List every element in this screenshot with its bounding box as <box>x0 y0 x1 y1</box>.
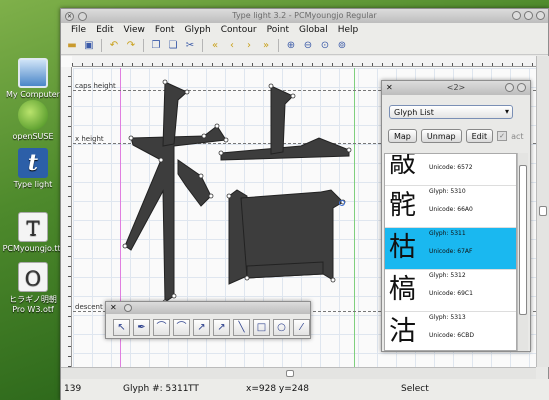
act-checkbox[interactable]: ✓ <box>497 131 508 141</box>
menu-font[interactable]: Font <box>150 25 180 35</box>
menu-view[interactable]: View <box>119 25 150 35</box>
status-coords: x=928 y=248 <box>246 384 309 394</box>
scroll-thumb[interactable] <box>286 370 294 377</box>
smooth-curve-tool-icon[interactable]: ⌒ <box>173 319 190 336</box>
menu-file[interactable]: File <box>66 25 91 35</box>
corner-tool-icon[interactable]: ↗ <box>193 319 210 336</box>
line-tool-icon[interactable]: ╲ <box>233 319 250 336</box>
last-icon[interactable]: » <box>259 39 273 53</box>
first-icon[interactable]: « <box>208 39 222 53</box>
tools-palette: ✕ ↖ ✒ ⌒ ⌒ ↗ ↗ ╲ □ ○ ⁄ <box>105 301 311 339</box>
computer-icon <box>18 58 48 88</box>
desktop-icon-label: PCMyoungjo.ttf <box>2 244 64 253</box>
glyph-list-item[interactable]: 沽 Glyph: 5313 Unicode: 6CBD <box>385 312 516 350</box>
font-file-icon: T <box>18 212 48 242</box>
desktop-icon-font-file[interactable]: T PCMyoungjo.ttf <box>2 212 64 253</box>
desktop-icon-label: My Computer <box>6 90 60 99</box>
ellipse-tool-icon[interactable]: ○ <box>273 319 290 336</box>
vertical-scrollbar[interactable] <box>536 56 549 367</box>
palette-title-bar[interactable]: ✕ <2> <box>382 81 530 95</box>
palette-minimize-icon[interactable] <box>505 83 514 92</box>
glyph-list-scrollbar[interactable] <box>517 153 528 351</box>
edit-button[interactable]: Edit <box>465 129 494 143</box>
prev-icon[interactable]: ‹ <box>225 39 239 53</box>
menu-edit[interactable]: Edit <box>91 25 118 35</box>
rectangle-tool-icon[interactable]: □ <box>253 319 270 336</box>
save-icon[interactable]: ▣ <box>82 39 96 53</box>
status-left: 139 <box>64 384 82 394</box>
undo-icon[interactable]: ↶ <box>107 39 121 53</box>
open-icon[interactable]: ▬ <box>65 39 79 53</box>
close-icon[interactable] <box>536 11 545 20</box>
next-icon[interactable]: › <box>242 39 256 53</box>
tools-title-bar[interactable]: ✕ <box>106 302 310 314</box>
minimize-icon[interactable] <box>512 11 521 20</box>
menu-global[interactable]: Global <box>294 25 333 35</box>
tangent-tool-icon[interactable]: ↗ <box>213 319 230 336</box>
zoom-out-icon[interactable]: ⊖ <box>301 39 315 53</box>
glyph-list-item[interactable]: 槁 Glyph: 5312 Unicode: 69C1 <box>385 270 516 312</box>
unmap-button[interactable]: Unmap <box>420 129 462 143</box>
curve-tool-icon[interactable]: ⌒ <box>153 319 170 336</box>
scroll-thumb[interactable] <box>539 206 547 216</box>
status-bar: 139 Glyph #: 5311 TT x=928 y=248 Select <box>61 379 549 400</box>
desktop-icon-label: Type light <box>13 180 53 189</box>
desktop-icon-otf-file[interactable]: O ヒラギノ明朝 Pro W3.otf <box>2 262 64 314</box>
menu-contour[interactable]: Contour <box>216 25 262 35</box>
glyph-list: 敲 Glyph: 5309 Unicode: 6572 䯔 Glyph: 531… <box>384 153 517 351</box>
window-title: Type light 3.2 - PCMyoungjo Regular <box>232 11 377 20</box>
desktop-icon-my-computer[interactable]: My Computer <box>2 58 64 99</box>
zoom-fit-icon[interactable]: ⊙ <box>318 39 332 53</box>
knife-tool-icon[interactable]: ⁄ <box>293 319 310 336</box>
desktop-icon-label: openSUSE <box>12 132 54 141</box>
status-tt: TT <box>188 384 199 394</box>
menu-help[interactable]: Help <box>333 25 364 35</box>
maximize-icon[interactable] <box>524 11 533 20</box>
title-bar[interactable]: ✕ Type light 3.2 - PCMyoungjo Regular <box>61 9 548 23</box>
otf-file-icon: O <box>18 262 48 292</box>
horizontal-scrollbar[interactable] <box>61 367 536 379</box>
chevron-down-icon: ▾ <box>504 107 509 116</box>
cut-icon[interactable]: ✂ <box>183 39 197 53</box>
zoom-reset-icon[interactable]: ⊚ <box>335 39 349 53</box>
opensuse-icon <box>18 100 48 130</box>
act-label: act <box>511 131 524 141</box>
glyph-list-item-selected[interactable]: 枯 Glyph: 5311 Unicode: 67AF <box>385 228 516 270</box>
typelight-icon: t <box>18 148 48 178</box>
palette-maximize-icon[interactable] <box>517 83 526 92</box>
menu-bar: File Edit View Font Glyph Contour Point … <box>61 23 548 37</box>
pointer-tool-icon[interactable]: ↖ <box>113 319 130 336</box>
zoom-in-icon[interactable]: ⊕ <box>284 39 298 53</box>
glyph-list-item[interactable]: 敲 Glyph: 5309 Unicode: 6572 <box>385 154 516 186</box>
copy-icon[interactable]: ❐ <box>149 39 163 53</box>
scroll-thumb[interactable] <box>519 165 527 315</box>
glyph-list-item[interactable]: 䯔 Glyph: 5310 Unicode: 66A0 <box>385 186 516 228</box>
glyph-list-dropdown[interactable]: Glyph List ▾ <box>389 105 513 119</box>
desktop-icon-opensuse[interactable]: openSUSE <box>2 100 64 141</box>
tools-sticky-icon[interactable] <box>124 304 132 312</box>
tools-menu-icon[interactable]: ✕ <box>110 303 117 312</box>
menu-point[interactable]: Point <box>262 25 294 35</box>
desktop-icon-label: ヒラギノ明朝 Pro W3.otf <box>9 295 57 314</box>
paste-icon[interactable]: ❏ <box>166 39 180 53</box>
status-glyph-number: Glyph #: 5311 <box>123 384 189 394</box>
status-mode: Select <box>401 384 429 394</box>
redo-icon[interactable]: ↷ <box>124 39 138 53</box>
toolbar: ▬ ▣ ↶ ↷ ❐ ❏ ✂ « ‹ › » ⊕ ⊖ ⊙ ⊚ <box>61 37 548 55</box>
glyph-list-palette: ✕ <2> Glyph List ▾ Map Unmap Edit ✓ act … <box>381 80 531 352</box>
pen-tool-icon[interactable]: ✒ <box>133 319 150 336</box>
map-button[interactable]: Map <box>388 129 417 143</box>
desktop-icon-typelight[interactable]: t Type light <box>2 148 64 189</box>
menu-glyph[interactable]: Glyph <box>179 25 215 35</box>
